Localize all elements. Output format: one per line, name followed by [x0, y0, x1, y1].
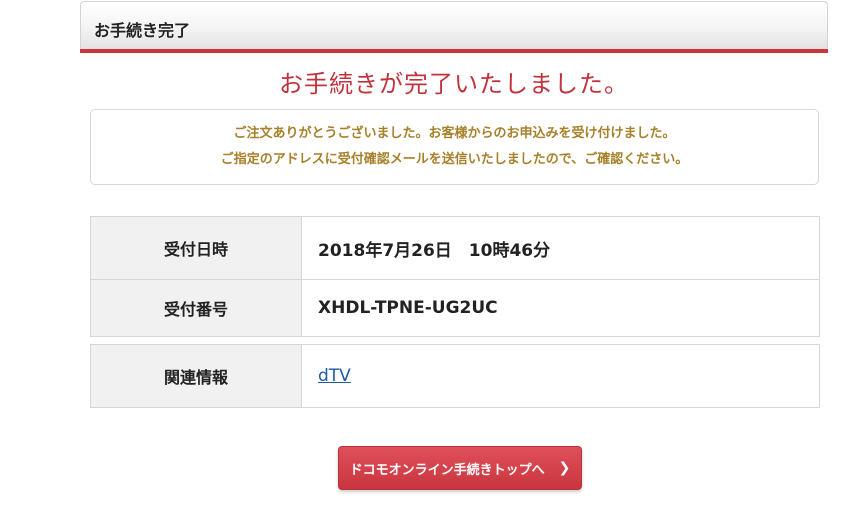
related-info-cell: dTV: [301, 344, 820, 408]
receipt-number-label: 受付番号: [90, 279, 302, 337]
notice-box: ご注文ありがとうございました。お客様からのお申込みを受け付けました。 ご指定のア…: [90, 109, 819, 185]
cta-button-label: ドコモオンライン手続きトップへ: [349, 462, 545, 478]
table-row: 受付番号 XHDL-TPNE-UG2UC: [90, 279, 820, 337]
table-row: 関連情報 dTV: [90, 344, 820, 408]
receipt-datetime-label: 受付日時: [90, 216, 302, 280]
docomo-online-top-button[interactable]: ドコモオンライン手続きトップへ ❯: [338, 446, 582, 490]
receipt-number-value: XHDL-TPNE-UG2UC: [301, 279, 820, 337]
dtv-link[interactable]: dTV: [318, 366, 351, 386]
notice-line-1: ご注文ありがとうございました。お客様からのお申込みを受け付けました。: [233, 126, 676, 141]
chevron-right-icon: ❯: [558, 460, 571, 476]
notice-line-2: ご指定のアドレスに受付確認メールを送信いたしましたので、ご確認ください。: [220, 152, 689, 167]
table-row: 受付日時 2018年7月26日 10時46分: [90, 216, 820, 280]
receipt-datetime-value: 2018年7月26日 10時46分: [301, 216, 820, 280]
header-divider: [80, 49, 828, 53]
related-info-label: 関連情報: [90, 344, 302, 408]
page-title: お手続き完了: [94, 21, 191, 40]
related-info-table: 関連情報 dTV: [90, 344, 820, 408]
page-header: お手続き完了: [80, 1, 828, 49]
completion-heading: お手続きが完了いたしました。: [279, 70, 629, 98]
receipt-table: 受付日時 2018年7月26日 10時46分 受付番号 XHDL-TPNE-UG…: [90, 216, 820, 337]
